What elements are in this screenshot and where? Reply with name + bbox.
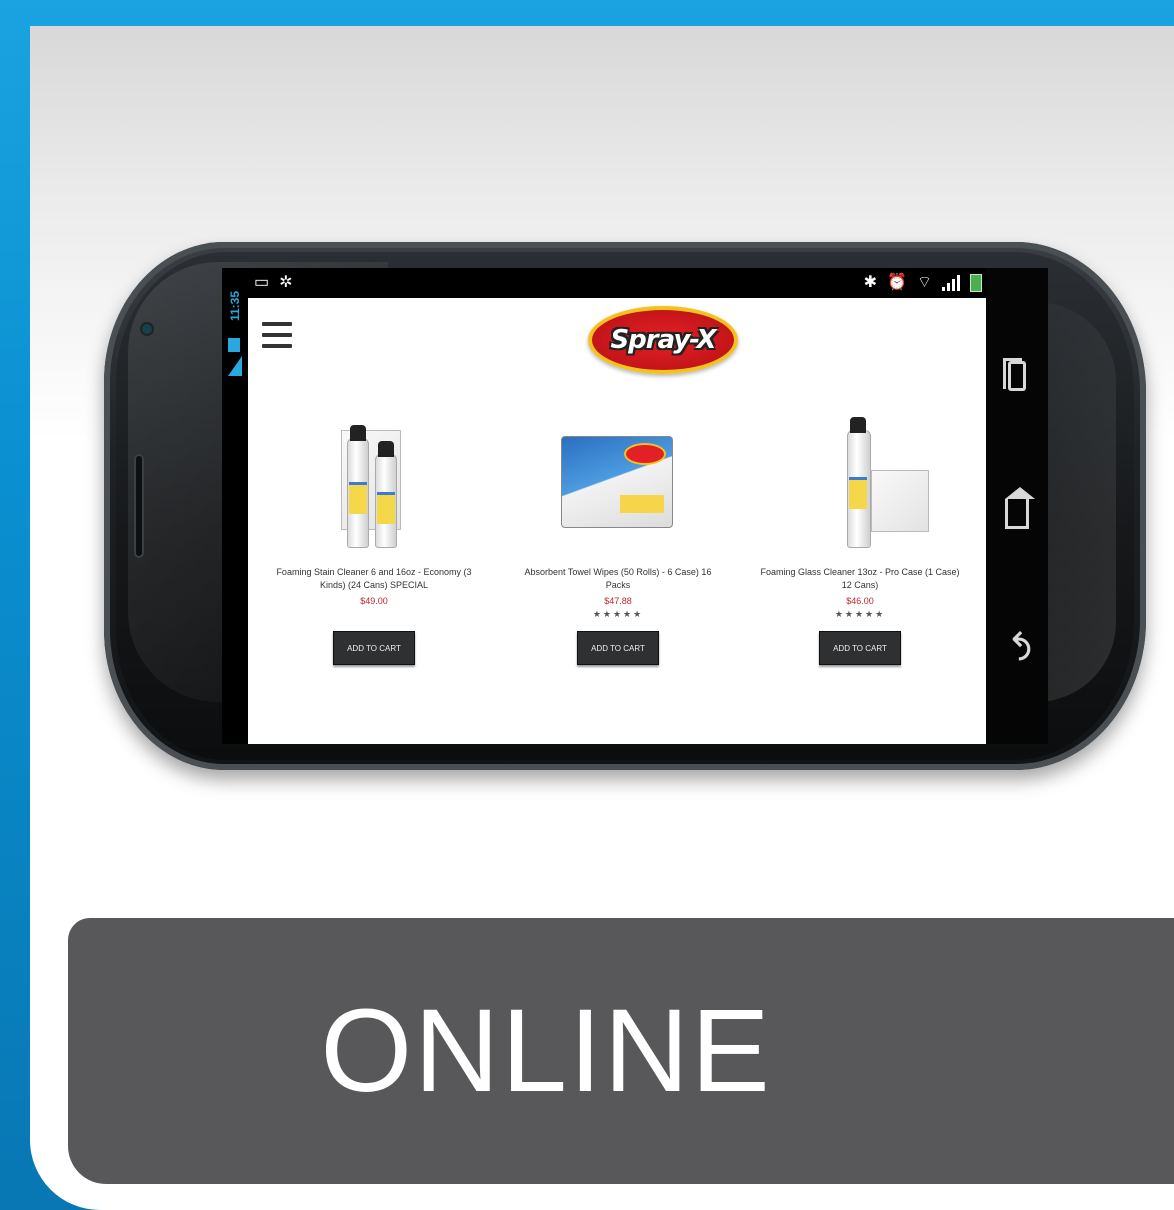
add-to-cart-button[interactable]: ADD TO CART [577, 631, 659, 665]
battery-icon [228, 338, 240, 352]
status-time: 11:35 [228, 290, 242, 322]
bluetooth-icon: ✱ [863, 274, 878, 291]
add-to-cart-button[interactable]: ADD TO CART [819, 631, 901, 665]
status-right-icons: ✱ ⏰ ⌔ [864, 274, 982, 292]
product-name[interactable]: Foaming Glass Cleaner 13oz - Pro Case (1… [755, 566, 965, 592]
product-price: $46.00 [846, 596, 874, 606]
product-price: $49.00 [360, 596, 388, 606]
recent-apps-icon [1003, 358, 1026, 391]
alarm-icon: ⏰ [887, 274, 907, 291]
home-button[interactable] [986, 484, 1048, 544]
hamburger-menu-icon[interactable] [262, 322, 292, 348]
back-icon: ↶ [996, 630, 1038, 662]
product-card: Foaming Stain Cleaner 6 and 16oz - Econo… [264, 408, 484, 665]
status-bar: ▭ ✲ ✱ ⏰ ⌔ [248, 268, 988, 298]
camera-icon [142, 324, 152, 334]
add-to-cart-button[interactable]: ADD TO CART [333, 631, 415, 665]
logo-text: Spray-X [610, 325, 716, 355]
wifi-icon: ⌔ [916, 274, 932, 291]
product-rating: ★★★★★ [592, 609, 644, 619]
product-image[interactable] [543, 408, 693, 558]
wipes-package [561, 436, 673, 528]
image-notification-icon: ▭ [254, 274, 270, 291]
signal-icon [228, 356, 242, 376]
android-nav-bar: ↶ [986, 268, 1048, 744]
product-name[interactable]: Foaming Stain Cleaner 6 and 16oz - Econo… [269, 566, 479, 592]
product-rating: ★★★★★ [834, 609, 886, 619]
status-left-icons: ▭ ✲ [254, 275, 293, 291]
recent-apps-button[interactable] [986, 346, 1048, 406]
product-card: Foaming Glass Cleaner 13oz - Pro Case (1… [750, 408, 970, 665]
product-box [871, 470, 929, 532]
product-price: $47.88 [604, 596, 632, 606]
phone-screen: Spray-X Foaming Stain Cleaner 6 and 16oz… [248, 298, 986, 744]
banner-title: ONLINE [320, 985, 772, 1117]
back-button[interactable]: ↶ [986, 616, 1048, 676]
spray-can [347, 425, 369, 548]
usb-icon: ✲ [279, 274, 293, 291]
spray-x-logo[interactable]: Spray-X [588, 306, 738, 374]
product-image[interactable] [785, 408, 935, 558]
product-card: Absorbent Towel Wipes (50 Rolls) - 6 Cas… [508, 408, 728, 665]
product-grid: Foaming Stain Cleaner 6 and 16oz - Econo… [248, 408, 986, 708]
home-icon [1005, 487, 1035, 529]
product-name[interactable]: Absorbent Towel Wipes (50 Rolls) - 6 Cas… [513, 566, 723, 592]
spray-can [375, 441, 397, 548]
spray-can [847, 417, 871, 548]
speaker-slot [134, 454, 144, 558]
cell-signal-icon [942, 275, 960, 291]
battery-icon [970, 274, 982, 292]
product-image[interactable] [299, 408, 449, 558]
online-banner: ONLINE [68, 918, 1174, 1184]
